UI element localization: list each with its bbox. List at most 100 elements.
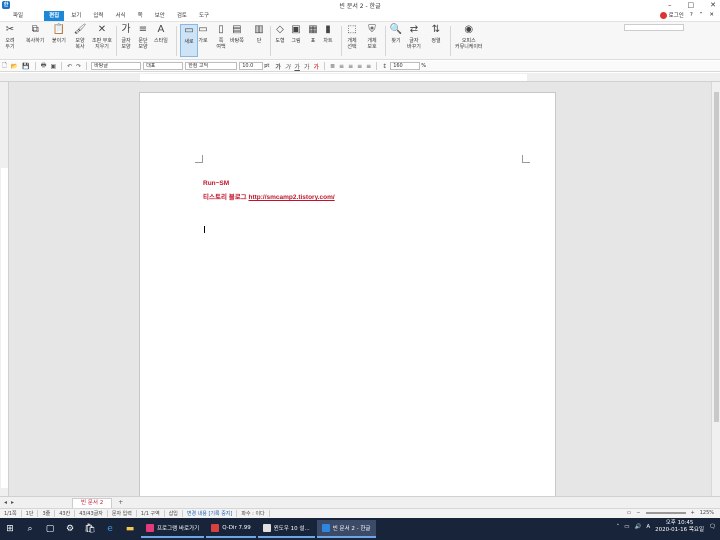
style-select[interactable]: 바탕글 bbox=[91, 62, 142, 70]
document-page[interactable]: Run~SM 티스토리 블로그 http://smcamp2.tistory.c… bbox=[139, 92, 556, 496]
print-icon[interactable]: 🖶 bbox=[41, 61, 47, 71]
ribbon-button-find[interactable]: 🔍 찾기 bbox=[390, 24, 402, 44]
tab-document[interactable]: 빈 문서 2 bbox=[72, 497, 113, 508]
login-button[interactable]: 로그인 bbox=[659, 11, 684, 19]
ribbon-button-format-painter[interactable]: 🖌 모양 복사 bbox=[74, 24, 87, 50]
ribbon-collapse-icon[interactable]: ⌃ bbox=[699, 12, 704, 18]
menu-item-page[interactable]: 쪽 bbox=[133, 11, 148, 21]
status-item[interactable]: 3줄 bbox=[38, 510, 56, 517]
ribbon-button-picture[interactable]: ▣ 그림 bbox=[290, 24, 302, 44]
status-item[interactable]: 삽입 bbox=[165, 510, 183, 517]
tray-arrow-icon[interactable]: ˄ bbox=[617, 524, 620, 530]
clock[interactable]: 오후 10:45 2020-01-16 목요일 bbox=[655, 520, 704, 534]
blog-link[interactable]: http://smcamp2.tistory.com/ bbox=[248, 194, 334, 201]
tab-first-icon[interactable]: ◂ bbox=[4, 499, 7, 506]
taskbar-app[interactable]: 빈 문서 2 - 한글 bbox=[316, 520, 376, 538]
zoom-out-icon[interactable]: − bbox=[636, 510, 640, 516]
scroll-thumb[interactable] bbox=[714, 92, 719, 422]
menu-item-insert[interactable]: 입력 bbox=[88, 11, 108, 21]
status-item[interactable]: 43/43글자 bbox=[75, 510, 108, 517]
menu-item-format[interactable]: 서식 bbox=[111, 11, 131, 21]
menu-item-edit[interactable]: 편집 bbox=[44, 10, 65, 21]
network-icon[interactable]: ▭ bbox=[624, 524, 629, 530]
strikethrough-icon[interactable]: 가 bbox=[304, 62, 310, 71]
search-icon[interactable]: ⌕ bbox=[21, 520, 39, 538]
ribbon-button-sort[interactable]: ⇅ 정렬 bbox=[430, 24, 442, 44]
ribbon-button-object-protect[interactable]: ⛨ 개체 보호 bbox=[366, 24, 378, 50]
task-view-icon[interactable]: ▢ bbox=[41, 520, 59, 538]
file-explorer-icon[interactable]: ▬ bbox=[121, 520, 139, 538]
edge-browser-icon[interactable]: e bbox=[101, 520, 119, 538]
zoom-select[interactable]: 160 bbox=[390, 62, 421, 70]
ribbon-button-para-shape[interactable]: ≡ 문단 모양 bbox=[137, 24, 149, 50]
settings-icon[interactable]: ⚙ bbox=[61, 520, 79, 538]
ribbon-button-margin[interactable]: ▯ 쪽 여백 bbox=[215, 24, 227, 50]
view-mode-icon[interactable]: ▭ bbox=[627, 510, 632, 516]
status-item[interactable]: 파수 : 이다 bbox=[237, 510, 270, 517]
store-icon[interactable]: 🛍 bbox=[81, 520, 99, 538]
ribbon-button-style[interactable]: A 스타일 bbox=[154, 24, 168, 44]
font-color-icon[interactable]: 가 bbox=[313, 62, 319, 71]
taskbar-app[interactable]: 프로그램 바로가기 bbox=[141, 520, 205, 538]
underline-icon[interactable]: 가 bbox=[294, 62, 300, 71]
minimize-icon[interactable]: – bbox=[668, 1, 672, 9]
taskbar-app[interactable]: Q-Dir 7.99 bbox=[206, 520, 256, 538]
volume-icon[interactable]: 🔊 bbox=[634, 524, 641, 530]
italic-icon[interactable]: 가 bbox=[285, 62, 291, 71]
status-item[interactable]: 변경 내용 [기록 중지] bbox=[183, 510, 238, 517]
zoom-slider[interactable] bbox=[645, 512, 686, 514]
ribbon-button-object-select[interactable]: ⬚ 개체 선택 bbox=[346, 24, 358, 50]
ribbon-button-copy[interactable]: ⧉ 복사하기 bbox=[26, 24, 44, 44]
align-left-icon[interactable]: ≡ bbox=[339, 63, 344, 70]
status-item[interactable]: 1단 bbox=[22, 510, 39, 517]
ribbon-button-char-shape[interactable]: 가 글자 모양 bbox=[120, 24, 132, 50]
align-center-icon[interactable]: ≡ bbox=[348, 63, 353, 70]
ime-indicator[interactable]: A bbox=[646, 524, 650, 530]
zoom-in-icon[interactable]: + bbox=[691, 510, 695, 516]
ribbon-button-replace[interactable]: ⇄ 글자 바꾸기 bbox=[407, 24, 421, 50]
font-select[interactable]: 한컴 고딕 bbox=[185, 62, 238, 70]
menu-item-security[interactable]: 보안 bbox=[150, 11, 170, 21]
ribbon-button-new-doc[interactable]: ▭ 새로 bbox=[180, 24, 198, 57]
status-item[interactable]: 문자 입력 bbox=[108, 510, 137, 517]
document-canvas[interactable]: Run~SM 티스토리 블로그 http://smcamp2.tistory.c… bbox=[9, 82, 711, 496]
close-icon[interactable]: ✕ bbox=[710, 1, 716, 9]
preview-icon[interactable]: ▣ bbox=[50, 63, 56, 70]
status-item[interactable]: 1/1 구역 bbox=[137, 510, 165, 517]
add-tab-button[interactable]: + bbox=[118, 499, 123, 506]
open-folder-icon[interactable]: 📂 bbox=[11, 63, 18, 70]
ribbon-button-paste[interactable]: 📋 붙이기 bbox=[52, 24, 66, 44]
status-item[interactable]: 43칸 bbox=[55, 510, 76, 517]
bold-icon[interactable]: 가 bbox=[275, 62, 281, 71]
vertical-ruler[interactable] bbox=[0, 82, 9, 496]
doc-line-2[interactable]: 티스토리 블로그 http://smcamp2.tistory.com/ bbox=[203, 191, 335, 201]
ribbon-button-chart[interactable]: ▮ 차트 bbox=[322, 24, 334, 44]
ribbon-button-master-page[interactable]: ▤ 바탕쪽 bbox=[230, 24, 244, 44]
undo-icon[interactable]: ↶ bbox=[67, 63, 72, 70]
ribbon-button-clear-marks[interactable]: ✕ 조판 부호 지우기 bbox=[92, 24, 112, 50]
align-justify-icon[interactable]: ≣ bbox=[330, 63, 335, 70]
ribbon-button-columns[interactable]: ▥ 단 bbox=[253, 24, 265, 44]
help-icon[interactable]: ? bbox=[690, 12, 693, 18]
line-spacing-icon[interactable]: ↕ bbox=[382, 63, 387, 70]
tab-next-icon[interactable]: ▸ bbox=[11, 499, 14, 506]
redo-icon[interactable]: ↷ bbox=[76, 63, 81, 70]
notification-icon[interactable]: 🗨 bbox=[709, 524, 716, 530]
search-input[interactable] bbox=[624, 24, 684, 31]
windows-start-icon[interactable]: ⊞ bbox=[1, 520, 19, 538]
taskbar-app[interactable]: 윈도우 10 설... bbox=[257, 520, 315, 538]
menu-item-review[interactable]: 검토 bbox=[172, 11, 192, 21]
ribbon-button-communicator[interactable]: ◉ 오피스 커뮤니케이터 bbox=[455, 24, 483, 50]
close-doc-icon[interactable]: ✕ bbox=[709, 12, 714, 18]
align-right-icon[interactable]: ≡ bbox=[357, 63, 362, 70]
maximize-icon[interactable]: □ bbox=[688, 1, 695, 9]
ribbon-button-shape[interactable]: ◇ 도형 bbox=[274, 24, 286, 44]
menu-item-tools[interactable]: 도구 bbox=[194, 11, 214, 21]
doc-line-1[interactable]: Run~SM bbox=[203, 180, 229, 187]
save-icon[interactable]: 💾 bbox=[22, 63, 29, 70]
ribbon-button-scissors[interactable]: ✂ 오려 두기 bbox=[4, 24, 16, 50]
distribute-icon[interactable]: ≡ bbox=[366, 63, 371, 70]
new-file-icon[interactable]: 🗋 bbox=[2, 61, 7, 71]
status-item[interactable]: 1/1쪽 bbox=[0, 510, 22, 517]
menu-item-view[interactable]: 보기 bbox=[66, 11, 86, 21]
